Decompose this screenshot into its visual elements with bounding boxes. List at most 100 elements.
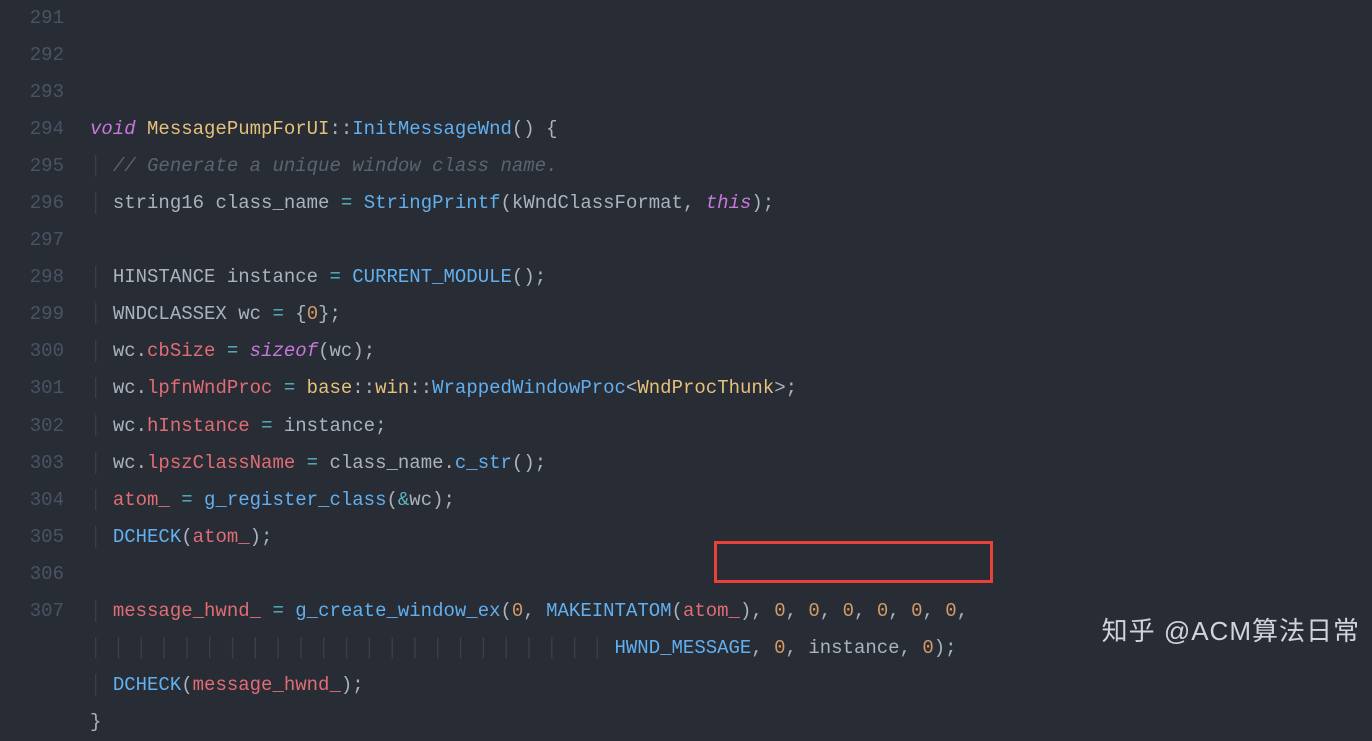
code-token: & — [398, 489, 409, 511]
code-token: DCHECK — [113, 526, 181, 548]
code-token: 0 — [877, 600, 888, 622]
indent-guide: │ — [90, 340, 113, 362]
line-number-gutter: 2912922932942952962972982993003013023033… — [0, 0, 90, 741]
code-token: :: — [329, 118, 352, 140]
indent-guide: │ — [90, 377, 113, 399]
indent-guide: │ — [90, 303, 113, 325]
code-token: 0 — [774, 600, 785, 622]
code-token — [341, 266, 352, 288]
line-number: 293 — [0, 74, 64, 111]
code-token: c_str — [455, 452, 512, 474]
code-token — [227, 303, 238, 325]
code-line[interactable]: │ wc.lpfnWndProc = base::win::WrappedWin… — [90, 370, 1372, 407]
code-token: atom_ — [193, 526, 250, 548]
code-token: . — [136, 452, 147, 474]
code-token — [193, 489, 204, 511]
code-token: , — [888, 600, 911, 622]
code-token: , instance, — [786, 637, 923, 659]
code-token: WrappedWindowProc — [432, 377, 626, 399]
code-token — [215, 340, 226, 362]
code-token — [329, 192, 340, 214]
code-line[interactable]: │ wc.cbSize = sizeof(wc); — [90, 333, 1372, 370]
code-token: ); — [432, 489, 455, 511]
code-token — [295, 377, 306, 399]
code-token — [352, 192, 363, 214]
code-line[interactable]: │ atom_ = g_register_class(&wc); — [90, 482, 1372, 519]
code-token: instance; — [272, 415, 386, 437]
code-token — [215, 266, 226, 288]
code-token: wc — [113, 452, 136, 474]
code-token: void — [90, 118, 136, 140]
code-token: sizeof — [250, 340, 318, 362]
code-token: 0 — [911, 600, 922, 622]
code-token: StringPrintf — [364, 192, 501, 214]
indent-guide: │ — [90, 600, 113, 622]
code-token: CURRENT_MODULE — [352, 266, 512, 288]
line-number: 302 — [0, 408, 64, 445]
code-token: wc — [113, 415, 136, 437]
code-token: 0 — [808, 600, 819, 622]
code-token: instance — [227, 266, 318, 288]
code-token: ); — [341, 674, 364, 696]
indent-guide: │ │ │ │ │ │ │ │ │ │ │ │ │ │ │ │ │ │ │ │ … — [90, 637, 615, 659]
code-token: InitMessageWnd — [352, 118, 512, 140]
code-token: = — [341, 192, 352, 214]
code-token: } — [90, 711, 101, 733]
code-line[interactable]: │ wc.hInstance = instance; — [90, 408, 1372, 445]
code-line[interactable]: │ string16 class_name = StringPrintf(kWn… — [90, 185, 1372, 222]
code-token: = — [181, 489, 192, 511]
indent-guide: │ — [90, 192, 113, 214]
indent-guide: │ — [90, 489, 113, 511]
code-token — [261, 600, 272, 622]
code-line[interactable]: void MessagePumpForUI::InitMessageWnd() … — [90, 111, 1372, 148]
code-token: 0 — [945, 600, 956, 622]
code-line[interactable]: │ DCHECK(atom_); — [90, 519, 1372, 556]
line-number: 300 — [0, 333, 64, 370]
code-token: , — [751, 637, 774, 659]
code-line[interactable]: │ WNDCLASSEX wc = {0}; — [90, 296, 1372, 333]
code-token: ( — [672, 600, 683, 622]
code-line[interactable]: } — [90, 704, 1372, 741]
code-token: MessagePumpForUI — [147, 118, 329, 140]
code-token: ), — [740, 600, 774, 622]
code-token: . — [136, 377, 147, 399]
code-line[interactable] — [90, 222, 1372, 259]
indent-guide: │ — [90, 155, 113, 177]
code-token: = — [261, 415, 272, 437]
code-token: ( — [501, 600, 512, 622]
code-token: kWndClassFormat — [512, 192, 683, 214]
line-number: 294 — [0, 111, 64, 148]
code-token: . — [136, 415, 147, 437]
code-line[interactable]: │ DCHECK(message_hwnd_); — [90, 667, 1372, 704]
code-token: () — [512, 118, 535, 140]
indent-guide: │ — [90, 452, 113, 474]
code-token: lpszClassName — [147, 452, 295, 474]
line-number: 296 — [0, 185, 64, 222]
code-token: hInstance — [147, 415, 250, 437]
code-token: 0 — [774, 637, 785, 659]
code-token: ); — [250, 526, 273, 548]
code-token: class_name. — [318, 452, 455, 474]
code-token — [250, 415, 261, 437]
code-token: ); — [751, 192, 774, 214]
code-token: base — [307, 377, 353, 399]
code-token: (); — [512, 266, 546, 288]
code-token: class_name — [215, 192, 329, 214]
indent-guide: │ — [90, 266, 113, 288]
code-token: message_hwnd_ — [113, 600, 261, 622]
code-token — [272, 377, 283, 399]
code-token: = — [227, 340, 238, 362]
code-line[interactable]: │ wc.lpszClassName = class_name.c_str(); — [90, 445, 1372, 482]
code-token: , — [820, 600, 843, 622]
code-token: }; — [318, 303, 341, 325]
code-line[interactable]: │ HINSTANCE instance = CURRENT_MODULE(); — [90, 259, 1372, 296]
code-token: this — [706, 192, 752, 214]
code-line[interactable] — [90, 556, 1372, 593]
code-line[interactable]: │ // Generate a unique window class name… — [90, 148, 1372, 185]
code-token: HWND_MESSAGE — [615, 637, 752, 659]
indent-guide: │ — [90, 526, 113, 548]
indent-guide: │ — [90, 674, 113, 696]
code-token: cbSize — [147, 340, 215, 362]
code-token — [204, 192, 215, 214]
code-token: , — [922, 600, 945, 622]
